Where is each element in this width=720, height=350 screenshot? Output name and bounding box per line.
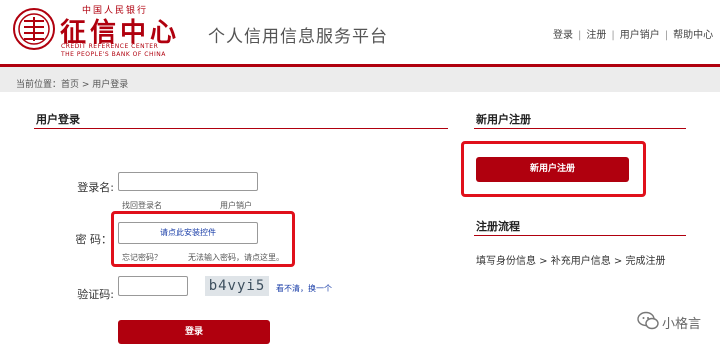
captcha-image[interactable]: b4vyi5 [205,276,269,296]
watermark-text: 小格言 [662,317,702,332]
breadcrumb: 当前位置：首页 > 用户登录 [16,77,128,90]
cancel-account-link[interactable]: 用户销户 [220,200,252,211]
nav-separator: | [578,30,582,41]
nav-separator: | [611,30,615,41]
captcha-refresh-link[interactable]: 看不清，换一个 [276,283,332,294]
password-label: 密 码： [75,233,113,246]
breadcrumb-prefix: 当前位置： [16,80,62,90]
register-highlight-annotation [461,141,646,197]
captcha-label: 验证码: [77,288,114,301]
register-section-title: 新用户注册 [476,113,531,126]
username-input[interactable] [118,172,258,191]
forgot-username-link[interactable]: 找回登录名 [122,200,162,211]
logo-english-line1: CREDIT REFERENCE CENTER [61,43,159,50]
register-section-divider [474,128,686,129]
wechat-watermark-icon [637,311,659,330]
nav-help-center-link[interactable]: 帮助中心 [673,30,713,41]
username-label: 登录名: [77,181,114,194]
top-nav: 登录 | 注册 | 用户销户 | 帮助中心 [553,26,713,41]
login-section-divider [34,128,448,129]
breadcrumb-separator: > [79,80,93,90]
platform-title: 个人信用信息服务平台 [208,27,388,47]
nav-login-link[interactable]: 登录 [553,30,573,41]
nav-cancel-account-link[interactable]: 用户销户 [620,30,660,41]
nav-register-link[interactable]: 注册 [586,30,606,41]
password-highlight-annotation [111,211,295,267]
breadcrumb-current: 用户登录 [92,80,129,90]
nav-separator: | [664,30,669,41]
login-button[interactable]: 登录 [118,320,270,344]
login-section-title: 用户登录 [36,113,80,126]
logo-english-line2: THE PEOPLE'S BANK OF CHINA [61,51,166,58]
process-section-divider [474,235,686,236]
breadcrumb-home-link[interactable]: 首页 [61,80,79,90]
credit-center-seal-icon [13,8,55,50]
captcha-input[interactable] [118,276,188,296]
registration-process-steps: 填写身份信息 > 补充用户信息 > 完成注册 [476,256,666,267]
registration-process-title: 注册流程 [476,220,520,233]
